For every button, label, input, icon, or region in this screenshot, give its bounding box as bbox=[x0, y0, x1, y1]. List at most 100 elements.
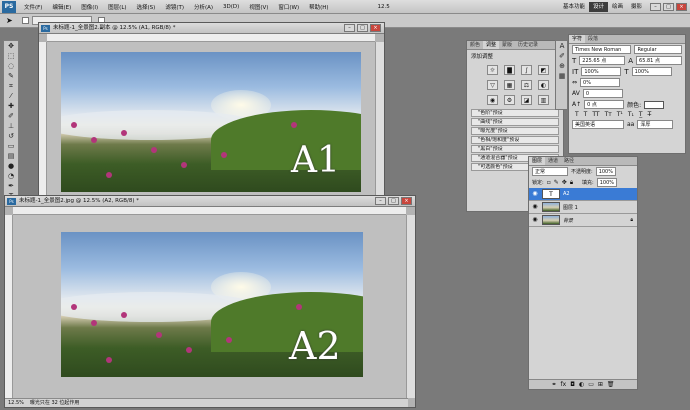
font-size-field[interactable]: 225.65 点 bbox=[579, 56, 626, 65]
kerning-field[interactable]: 0 bbox=[582, 89, 623, 98]
blur-icon[interactable]: ● bbox=[5, 162, 17, 171]
blend-mode-select[interactable]: 正常 bbox=[532, 167, 568, 176]
antialias-select[interactable]: 浑厚 bbox=[637, 120, 674, 129]
menu-filter[interactable]: 滤镜(T) bbox=[160, 3, 189, 11]
menu-view[interactable]: 视图(V) bbox=[244, 3, 273, 11]
link-layers-icon[interactable]: ⚭ bbox=[551, 380, 556, 389]
lock-image-icon[interactable]: ✎ bbox=[554, 179, 559, 186]
eyedropper-icon[interactable]: ⁄ bbox=[5, 92, 17, 101]
healing-brush-icon[interactable]: ✚ bbox=[5, 102, 17, 111]
font-family-select[interactable]: Times New Roman bbox=[572, 45, 632, 54]
exposure-icon[interactable]: ◩ bbox=[538, 65, 549, 75]
faux-italic-button[interactable]: T bbox=[584, 111, 588, 118]
brush-panel-icon[interactable]: ✐ bbox=[556, 52, 568, 61]
panorama-image[interactable]: A2 bbox=[61, 232, 363, 377]
fill-field[interactable]: 100% bbox=[596, 178, 617, 187]
menu-edit[interactable]: 编辑(E) bbox=[47, 3, 76, 11]
small-caps-button[interactable]: Tт bbox=[605, 111, 612, 118]
underline-button[interactable]: T̲ bbox=[639, 111, 643, 118]
doc-minimize-button[interactable]: – bbox=[375, 197, 386, 205]
layer-style-icon[interactable]: fx bbox=[561, 380, 567, 389]
leading-field[interactable]: 65.81 点 bbox=[636, 56, 683, 65]
preset-hue-saturation[interactable]: "色相/饱和度"预设 bbox=[471, 136, 559, 144]
tab-history[interactable]: 历史记录 bbox=[515, 41, 541, 49]
swatches-icon[interactable]: ▦ bbox=[556, 72, 568, 81]
layer-text-a1[interactable]: A1 bbox=[291, 140, 340, 181]
menu-analysis[interactable]: 分析(A) bbox=[189, 3, 218, 11]
doc-maximize-button[interactable]: □ bbox=[388, 197, 399, 205]
lasso-icon[interactable]: ◌ bbox=[5, 62, 17, 71]
preset-exposure[interactable]: "曝光度"预设 bbox=[471, 127, 559, 135]
vertical-scrollbar[interactable] bbox=[375, 42, 384, 201]
language-select[interactable]: 美国英语 bbox=[572, 120, 624, 129]
eraser-icon[interactable]: ▭ bbox=[5, 142, 17, 151]
horizontal-scale-field[interactable]: 100% bbox=[631, 67, 672, 76]
text-color-swatch[interactable] bbox=[644, 100, 665, 109]
document-title-bar[interactable]: Ps 未标题-1_全景图2.jpg @ 12.5% (A2, RGB/8) * … bbox=[5, 196, 415, 207]
faux-bold-button[interactable]: T bbox=[575, 111, 579, 118]
workspace-photography[interactable]: 摄影 bbox=[627, 2, 646, 12]
superscript-button[interactable]: T¹ bbox=[617, 111, 623, 118]
auto-select-checkbox[interactable] bbox=[22, 17, 29, 24]
workspace-painting[interactable]: 绘画 bbox=[608, 2, 627, 12]
black-white-icon[interactable]: ◐ bbox=[538, 80, 549, 90]
eye-icon[interactable]: ◉ bbox=[531, 190, 539, 198]
menu-help[interactable]: 帮助(H) bbox=[304, 3, 333, 11]
font-style-select[interactable]: Regular bbox=[634, 45, 682, 54]
menu-3d[interactable]: 3D(D) bbox=[218, 4, 244, 10]
new-group-icon[interactable]: ▭ bbox=[588, 380, 594, 389]
brightness-icon[interactable]: ☼ bbox=[487, 65, 498, 75]
character-panel-icon[interactable]: A bbox=[556, 42, 568, 51]
tab-paragraph[interactable]: 段落 bbox=[585, 35, 601, 43]
document-title-bar[interactable]: Ps 未标题-1_全景图2.副本 @ 12.5% (A1, RGB/8) * –… bbox=[39, 23, 384, 34]
opacity-field[interactable]: 100% bbox=[595, 167, 616, 176]
brush-icon[interactable]: ✐ bbox=[5, 112, 17, 121]
menu-file[interactable]: 文件(F) bbox=[19, 3, 47, 11]
layer-row-background[interactable]: ◉ 背景 🔒︎ bbox=[529, 214, 637, 227]
zoom-field[interactable]: 12.5% bbox=[8, 399, 24, 407]
doc-maximize-button[interactable]: □ bbox=[357, 24, 368, 32]
app-maximize-button[interactable]: □ bbox=[663, 2, 674, 11]
menu-window[interactable]: 窗口(W) bbox=[273, 3, 304, 11]
clone-source-icon[interactable]: ⊕ bbox=[556, 62, 568, 71]
tab-layers[interactable]: 图层 bbox=[529, 157, 546, 165]
workspace-essentials[interactable]: 基本功能 bbox=[559, 2, 589, 12]
panorama-image[interactable]: A1 bbox=[61, 52, 361, 192]
vertical-scale-field[interactable]: 100% bbox=[581, 67, 622, 76]
menu-layer[interactable]: 图层(L) bbox=[103, 3, 131, 11]
move-icon[interactable]: ✥ bbox=[5, 42, 17, 51]
doc-close-button[interactable]: × bbox=[401, 197, 412, 205]
pen-icon[interactable]: ✒ bbox=[5, 182, 17, 191]
hue-saturation-icon[interactable]: ▦ bbox=[504, 80, 515, 90]
all-caps-button[interactable]: TT bbox=[592, 111, 599, 118]
eye-icon[interactable]: ◉ bbox=[531, 216, 539, 224]
doc-minimize-button[interactable]: – bbox=[344, 24, 355, 32]
crop-icon[interactable]: ⌗ bbox=[5, 82, 17, 91]
levels-icon[interactable]: ▇ bbox=[504, 65, 515, 75]
gradient-icon[interactable]: ▤ bbox=[5, 152, 17, 161]
preset-black-white[interactable]: "黑白"预设 bbox=[471, 145, 559, 153]
marquee-icon[interactable]: ⬚ bbox=[5, 52, 17, 61]
strikethrough-button[interactable]: T̶ bbox=[648, 111, 652, 118]
tab-paths[interactable]: 路径 bbox=[561, 157, 577, 165]
subscript-button[interactable]: T₁ bbox=[628, 111, 634, 118]
quick-select-icon[interactable]: ✎ bbox=[5, 72, 17, 81]
curves-icon[interactable]: ∫ bbox=[521, 65, 532, 75]
document-window-a1[interactable]: Ps 未标题-1_全景图2.副本 @ 12.5% (A1, RGB/8) * –… bbox=[38, 22, 385, 202]
clone-stamp-icon[interactable]: ⊥ bbox=[5, 122, 17, 131]
move-tool-icon[interactable]: ➤ bbox=[6, 16, 13, 25]
lock-transparency-icon[interactable]: ▫ bbox=[547, 179, 551, 186]
lock-position-icon[interactable]: ✥ bbox=[562, 179, 567, 186]
tab-character[interactable]: 字符 bbox=[569, 35, 586, 43]
layer-text-a2[interactable]: A2 bbox=[289, 324, 341, 368]
menu-image[interactable]: 图像(I) bbox=[76, 3, 103, 11]
history-brush-icon[interactable]: ↺ bbox=[5, 132, 17, 141]
workspace-design[interactable]: 设计 bbox=[588, 1, 608, 12]
app-minimize-button[interactable]: – bbox=[650, 2, 661, 11]
color-balance-icon[interactable]: ⚖ bbox=[521, 80, 532, 90]
doc-close-button[interactable]: × bbox=[370, 24, 381, 32]
photo-filter-icon[interactable]: ◉ bbox=[487, 95, 498, 105]
baseline-field[interactable]: 0 点 bbox=[584, 100, 625, 109]
document-window-a2[interactable]: Ps 未标题-1_全景图2.jpg @ 12.5% (A2, RGB/8) * … bbox=[4, 195, 416, 408]
channel-mixer-icon[interactable]: ⚙ bbox=[504, 95, 515, 105]
